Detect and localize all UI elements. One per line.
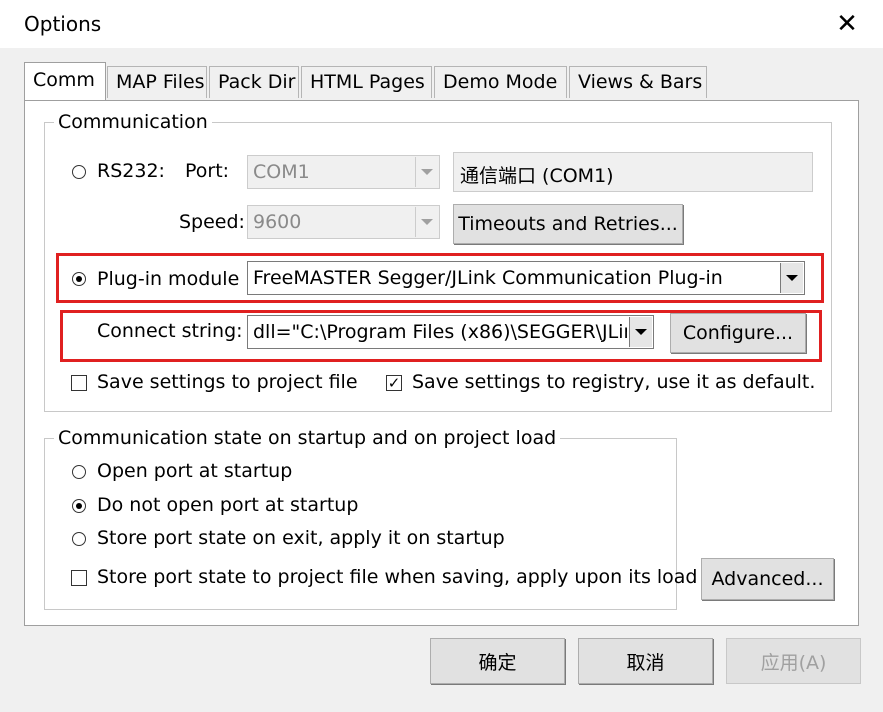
- plugin-module-value: FreeMASTER Segger/JLink Communication Pl…: [253, 267, 723, 289]
- tab-map-files[interactable]: MAP Files: [107, 66, 207, 98]
- save-to-project-checkbox[interactable]: [71, 375, 87, 391]
- connect-string-value[interactable]: dll="C:\Program Files (x86)\SEGGER\JLink: [253, 321, 627, 343]
- chevron-down-icon[interactable]: [629, 317, 652, 347]
- store-state-to-project-label: Store port state to project file when sa…: [97, 566, 698, 588]
- plugin-module-radio[interactable]: [72, 272, 86, 286]
- do-not-open-port-label: Do not open port at startup: [97, 494, 359, 516]
- advanced-button[interactable]: Advanced...: [701, 558, 834, 600]
- save-to-registry-label: Save settings to registry, use it as def…: [412, 371, 816, 393]
- cancel-button[interactable]: 取消: [578, 638, 713, 684]
- port-description-field: 通信端口 (COM1): [453, 152, 813, 192]
- startup-group-label: Communication state on startup and on pr…: [54, 427, 561, 449]
- connect-string-label: Connect string:: [97, 320, 243, 342]
- configure-button[interactable]: Configure...: [670, 313, 806, 353]
- save-to-registry-checkbox[interactable]: ✓: [386, 375, 402, 391]
- rs232-radio[interactable]: [72, 165, 86, 179]
- save-to-project-label: Save settings to project file: [97, 371, 358, 393]
- chevron-down-icon: [415, 207, 438, 237]
- speed-value: 9600: [253, 211, 302, 233]
- connect-string-combo[interactable]: dll="C:\Program Files (x86)\SEGGER\JLink: [247, 315, 654, 349]
- title-bar: Options ✕: [0, 0, 883, 48]
- close-icon[interactable]: ✕: [820, 4, 874, 44]
- port-select: COM1: [247, 155, 440, 189]
- chevron-down-icon: [415, 157, 438, 187]
- ok-button[interactable]: 确定: [430, 638, 565, 684]
- speed-label: Speed:: [179, 211, 245, 233]
- port-label: Port:: [185, 160, 230, 182]
- rs232-label: RS232:: [97, 160, 165, 182]
- port-description: 通信端口 (COM1): [460, 165, 614, 187]
- tab-html-pages[interactable]: HTML Pages: [301, 66, 432, 98]
- timeouts-and-retries-button[interactable]: Timeouts and Retries...: [453, 204, 683, 244]
- open-port-radio[interactable]: [72, 465, 86, 479]
- do-not-open-port-radio[interactable]: [72, 499, 86, 513]
- communication-group-label: Communication: [54, 111, 212, 133]
- apply-button: 应用(A): [726, 638, 861, 684]
- tab-demo-mode[interactable]: Demo Mode: [434, 66, 567, 98]
- tab-views-bars[interactable]: Views & Bars: [569, 66, 707, 98]
- open-port-label: Open port at startup: [97, 460, 293, 482]
- port-value: COM1: [253, 161, 310, 183]
- window-title: Options: [24, 12, 102, 36]
- plugin-module-label: Plug-in module: [97, 268, 240, 290]
- plugin-module-select[interactable]: FreeMASTER Segger/JLink Communication Pl…: [247, 261, 805, 295]
- store-port-state-label: Store port state on exit, apply it on st…: [97, 527, 505, 549]
- tab-pack-dir[interactable]: Pack Dir: [209, 66, 299, 98]
- chevron-down-icon[interactable]: [780, 263, 803, 293]
- speed-select: 9600: [247, 205, 440, 239]
- options-dialog: Options ✕ Comm MAP Files Pack Dir HTML P…: [0, 0, 883, 712]
- tab-comm[interactable]: Comm: [24, 62, 106, 100]
- store-port-state-radio[interactable]: [72, 532, 86, 546]
- store-state-to-project-checkbox[interactable]: [71, 570, 87, 586]
